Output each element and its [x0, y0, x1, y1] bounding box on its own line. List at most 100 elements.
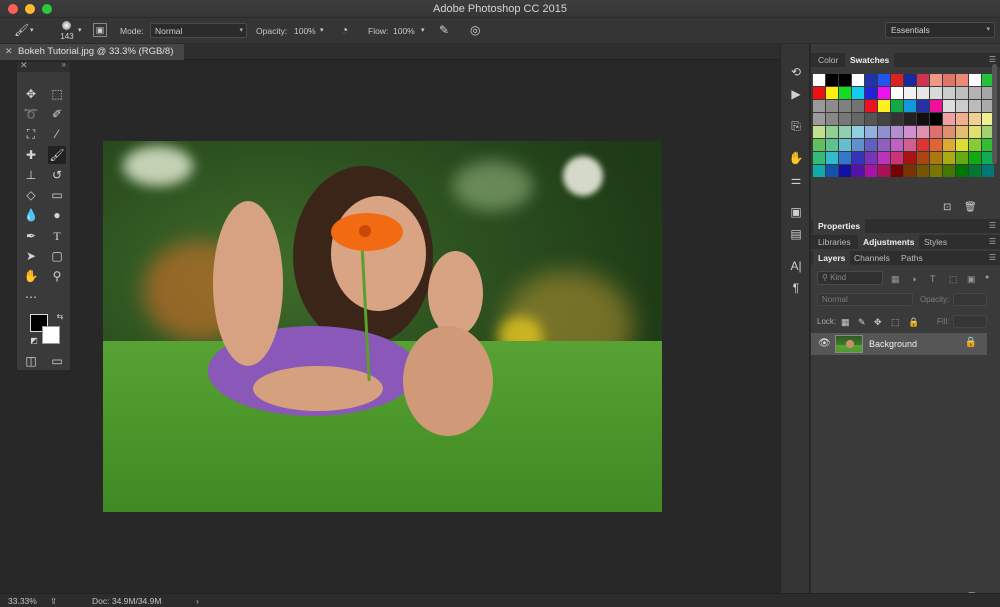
default-colors-icon[interactable]: ◩ [25, 332, 43, 350]
close-icon[interactable]: ✕ [5, 46, 13, 57]
color-swatch[interactable] [839, 74, 851, 86]
color-swatch[interactable] [930, 87, 942, 99]
lock-image-icon[interactable]: ✎ [858, 316, 866, 328]
color-swatch[interactable] [852, 87, 864, 99]
color-swatch[interactable] [969, 152, 981, 164]
swap-colors-icon[interactable]: ⇆ [51, 308, 69, 326]
color-swatch[interactable] [826, 152, 838, 164]
tool-preset-chevron-icon[interactable]: ▾ [30, 25, 34, 37]
layer-name[interactable]: Background [869, 339, 917, 349]
color-swatch[interactable] [865, 165, 877, 177]
color-swatch[interactable] [943, 139, 955, 151]
brush-panel-toggle-icon[interactable]: ▣ [93, 23, 107, 37]
color-swatch[interactable] [917, 87, 929, 99]
more-tools-icon[interactable]: ⋯ [22, 288, 40, 306]
color-swatch[interactable] [943, 165, 955, 177]
color-swatch[interactable] [930, 165, 942, 177]
color-swatch[interactable] [839, 126, 851, 138]
color-swatch[interactable] [943, 152, 955, 164]
color-swatch[interactable] [917, 139, 929, 151]
color-swatch[interactable] [865, 126, 877, 138]
color-swatch[interactable] [891, 126, 903, 138]
color-swatch[interactable] [904, 139, 916, 151]
gradient-tool-icon[interactable]: ▭ [48, 186, 66, 204]
color-swatch[interactable] [943, 74, 955, 86]
pen-tool-icon[interactable]: ✒ [22, 227, 40, 245]
layer-filter-kind[interactable]: ⚲ Kind [817, 271, 883, 285]
path-selection-tool-icon[interactable]: ➤ [22, 247, 40, 265]
paragraph-panel-icon[interactable]: ¶ [788, 280, 804, 296]
lock-transparent-icon[interactable]: ▦ [841, 316, 850, 328]
tab-styles[interactable]: Styles [919, 235, 952, 249]
filter-pixel-icon[interactable]: ▦ [891, 273, 900, 285]
color-swatch[interactable] [930, 152, 942, 164]
color-swatch[interactable] [917, 113, 929, 125]
airbrush-icon[interactable]: ✎ [439, 24, 449, 36]
mode-select[interactable]: Normal ▾ [150, 23, 247, 38]
color-swatch[interactable] [865, 139, 877, 151]
color-swatch[interactable] [826, 100, 838, 112]
color-swatch[interactable] [852, 139, 864, 151]
blend-mode-select[interactable]: Normal [817, 293, 913, 306]
dodge-tool-icon[interactable]: ● [48, 206, 66, 224]
history-panel-icon[interactable]: ⟲ [788, 64, 804, 80]
tab-properties[interactable]: Properties [813, 219, 866, 233]
tab-color[interactable]: Color [813, 53, 843, 67]
filter-adjustment-icon[interactable]: ◑ [911, 273, 916, 285]
color-swatch[interactable] [969, 87, 981, 99]
lasso-tool-icon[interactable]: ➰ [22, 105, 40, 123]
actions-play-icon[interactable]: ▶ [788, 86, 804, 102]
panel-menu-icon[interactable]: ☰ [989, 253, 996, 262]
color-swatch[interactable] [956, 165, 968, 177]
tab-paths[interactable]: Paths [896, 251, 928, 265]
color-swatch[interactable] [891, 100, 903, 112]
panel-menu-icon[interactable]: ☰ [989, 237, 996, 246]
flow-chevron-icon[interactable]: ▾ [421, 25, 425, 37]
close-icon[interactable]: ✕ [20, 60, 28, 71]
layer-opacity-field[interactable] [953, 293, 987, 306]
quick-selection-tool-icon[interactable]: ✐ [48, 105, 66, 123]
color-swatch[interactable] [813, 139, 825, 151]
color-swatch[interactable] [891, 113, 903, 125]
color-swatch[interactable] [891, 139, 903, 151]
rectangle-tool-icon[interactable]: ▢ [48, 247, 66, 265]
new-swatch-icon[interactable]: ⊡ [943, 202, 951, 214]
color-swatch[interactable] [917, 165, 929, 177]
brush-tool-preset-icon[interactable]: 🖌 [14, 24, 29, 36]
chevron-right-icon[interactable]: › [196, 596, 199, 606]
color-swatch[interactable] [826, 74, 838, 86]
background-color-swatch[interactable] [42, 326, 60, 344]
type-tool-icon[interactable]: T [48, 227, 66, 245]
color-swatch[interactable] [813, 165, 825, 177]
filter-type-icon[interactable]: T [930, 273, 936, 285]
color-swatch[interactable] [813, 100, 825, 112]
color-swatch[interactable] [904, 74, 916, 86]
flow-value[interactable]: 100% [393, 26, 415, 36]
color-swatch[interactable] [813, 87, 825, 99]
tab-libraries[interactable]: Libraries [813, 235, 856, 249]
tab-adjustments[interactable]: Adjustments [858, 235, 920, 249]
color-swatch[interactable] [904, 152, 916, 164]
panel-menu-icon[interactable]: ☰ [989, 55, 996, 64]
color-swatch[interactable] [826, 165, 838, 177]
color-swatch[interactable] [852, 152, 864, 164]
pressure-size-icon[interactable]: ◎ [470, 24, 480, 36]
color-swatch[interactable] [826, 87, 838, 99]
eye-visibility-icon[interactable]: 👁 [818, 338, 831, 349]
color-swatch[interactable] [956, 87, 968, 99]
color-swatch[interactable] [865, 74, 877, 86]
color-swatch[interactable] [839, 100, 851, 112]
filter-smart-object-icon[interactable]: ▣ [967, 273, 976, 285]
color-swatch[interactable] [891, 87, 903, 99]
color-swatch[interactable] [969, 113, 981, 125]
tool-presets-icon[interactable]: ⎘ [788, 118, 804, 134]
lock-artboard-icon[interactable]: ⬚ [891, 316, 900, 328]
color-swatch[interactable] [917, 152, 929, 164]
color-swatch[interactable] [943, 100, 955, 112]
clone-stamp-tool-icon[interactable]: ⊥ [22, 166, 40, 184]
brush-panel-icon[interactable]: ✋ [788, 150, 804, 166]
color-swatch[interactable] [969, 165, 981, 177]
color-swatch[interactable] [878, 152, 890, 164]
color-swatch[interactable] [826, 113, 838, 125]
opacity-value[interactable]: 100% [294, 26, 316, 36]
